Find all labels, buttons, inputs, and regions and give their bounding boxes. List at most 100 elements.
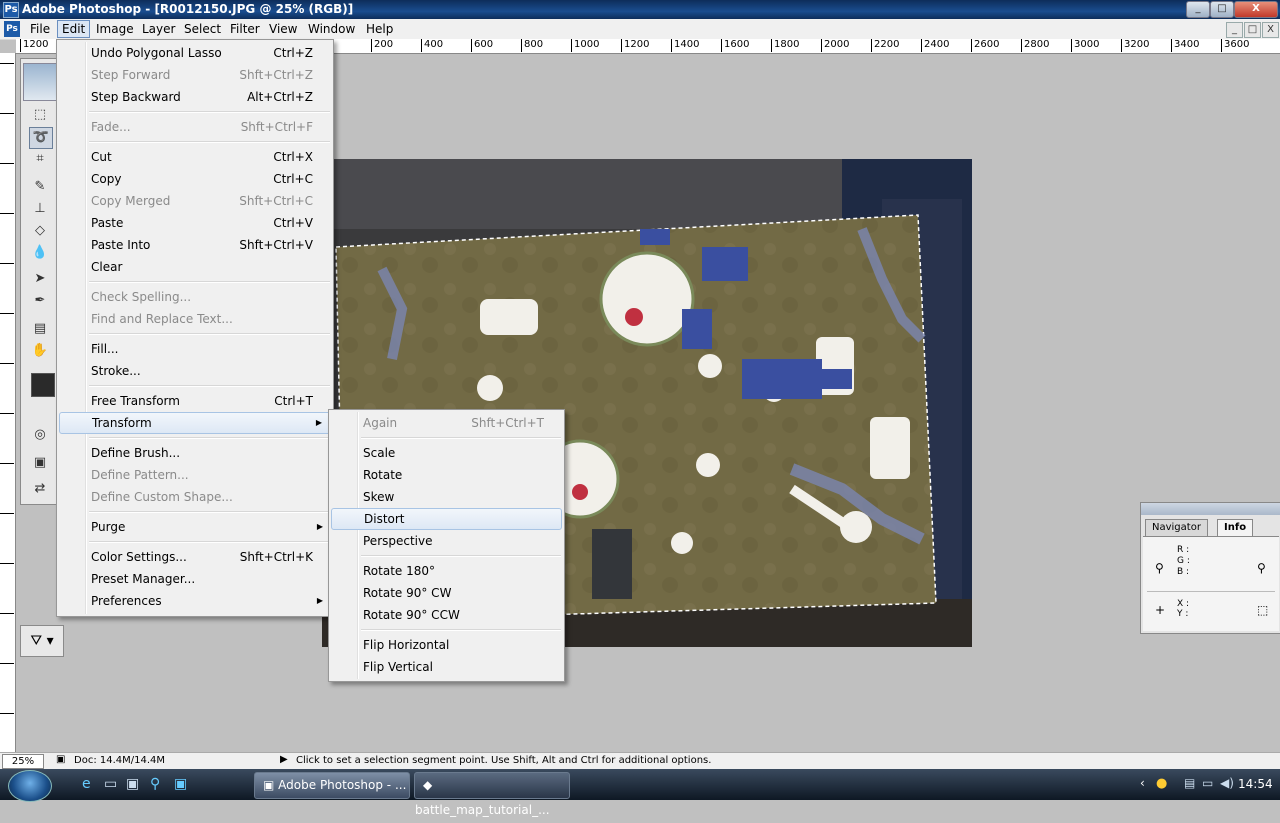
vertical-ruler [0,53,16,753]
notes-tool-icon[interactable]: ▤ [29,319,51,339]
menu-item-color-settings[interactable]: Color Settings... Shft+Ctrl+K [59,546,331,568]
menu-item-fade[interactable]: Fade... Shft+Ctrl+F [59,116,331,138]
menu-item-transform[interactable]: Transform ▶ [59,412,331,434]
ruler-label: 3400 [1171,39,1199,52]
internet-explorer-icon[interactable]: e [82,776,91,792]
info-y-label: Y : [1177,609,1189,619]
photoshop-app-icon: Ps [3,2,19,18]
doc-size-text[interactable]: Doc: 14.4M/14.4M [74,755,165,766]
menu-item-scale[interactable]: Scale [331,442,562,464]
doc-restore-button[interactable]: □ [1244,22,1261,38]
maximize-button[interactable]: □ [1210,1,1234,18]
tray-app-icon[interactable]: ● [1156,776,1167,791]
menu-edit[interactable]: Edit [57,20,91,38]
jump-to-imageready-icon[interactable]: ⇄ [29,479,51,499]
healing-brush-icon[interactable]: ✎ [29,177,51,197]
menu-image[interactable]: Image [92,21,138,37]
switch-windows-icon[interactable]: ▣ [126,776,139,792]
menu-item-define-brush[interactable]: Define Brush... [59,442,331,464]
menu-item-rotate-90-ccw[interactable]: Rotate 90° CCW [331,604,562,626]
menu-item-clear[interactable]: Clear [59,256,331,278]
close-button[interactable]: X [1234,1,1278,18]
menu-layer[interactable]: Layer [138,21,179,37]
path-selection-icon[interactable]: ➤ [29,269,51,289]
menu-item-again[interactable]: Again Shft+Ctrl+T [331,412,562,434]
crop-tool-icon[interactable]: ⌗ [29,149,51,169]
quick-mask-icon[interactable]: ◎ [29,425,51,445]
zoom-level-input[interactable]: 25% [2,754,44,769]
hand-tool-icon[interactable]: ✋ [29,341,51,361]
screen-mode-icon[interactable]: ▣ [29,453,51,473]
marquee-tool-icon[interactable]: ⬚ [29,105,51,125]
menu-item-rotate-180[interactable]: Rotate 180° [331,560,562,582]
ruler-label: 800 [521,39,543,52]
menu-item-find-replace[interactable]: Find and Replace Text... [59,308,331,330]
menu-item-undo[interactable]: Undo Polygonal Lasso Ctrl+Z [59,42,331,64]
menu-item-step-forward[interactable]: Step Forward Shft+Ctrl+Z [59,64,331,86]
document-icon[interactable]: Ps [4,21,20,37]
menu-item-flip-horizontal[interactable]: Flip Horizontal [331,634,562,656]
menu-item-stroke[interactable]: Stroke... [59,360,331,382]
menu-item-distort[interactable]: Distort [331,508,562,530]
volume-icon[interactable]: ◀) [1220,776,1234,790]
monitor-icon[interactable]: ▭ [1202,776,1213,790]
menu-item-flip-vertical[interactable]: Flip Vertical [331,656,562,678]
menu-window[interactable]: Window [304,21,359,37]
menu-help[interactable]: Help [362,21,397,37]
tray-expand-icon[interactable]: ‹ [1140,776,1145,790]
tool-preset-picker[interactable]: ⛛ ▾ [20,625,64,657]
menu-file[interactable]: File [26,21,54,37]
menu-filter[interactable]: Filter [226,21,264,37]
network-icon[interactable]: ▤ [1184,776,1195,790]
menu-item-preset-manager[interactable]: Preset Manager... [59,568,331,590]
menu-item-copy-merged[interactable]: Copy Merged Shft+Ctrl+C [59,190,331,212]
info-b-label: B : [1177,567,1190,577]
search-icon[interactable]: ⚲ [150,776,160,792]
menu-item-perspective[interactable]: Perspective [331,530,562,552]
menu-item-skew[interactable]: Skew [331,486,562,508]
window-title: Adobe Photoshop - [R0012150.JPG @ 25% (R… [22,2,354,16]
menu-item-cut[interactable]: Cut Ctrl+X [59,146,331,168]
menu-item-step-backward[interactable]: Step Backward Alt+Ctrl+Z [59,86,331,108]
menu-item-purge[interactable]: Purge ▶ [59,516,331,538]
taskbar-button-battle-map[interactable]: ◆ battle_map_tutorial_... [414,772,570,817]
clock[interactable]: 14:54 [1238,777,1273,791]
doc-close-button[interactable]: X [1262,22,1279,38]
play-arrow-icon[interactable]: ▶ [280,754,288,765]
lasso-tool-icon[interactable]: ➰ [29,127,53,149]
menu-select[interactable]: Select [180,21,225,37]
crosshair-icon: + [1155,603,1166,617]
menu-item-paste[interactable]: Paste Ctrl+V [59,212,331,234]
menu-item-paste-into[interactable]: Paste Into Shft+Ctrl+V [59,234,331,256]
photoshop-quicklaunch-icon[interactable]: ▣ [174,776,187,792]
menu-item-rotate-90-cw[interactable]: Rotate 90° CW [331,582,562,604]
menu-item-free-transform[interactable]: Free Transform Ctrl+T [59,390,331,412]
info-palette: Navigator Info ⚲ R : G : B : ⚲ + X : Y :… [1140,502,1280,634]
menu-item-define-pattern[interactable]: Define Pattern... [59,464,331,486]
doc-minimize-button[interactable]: _ [1226,22,1243,38]
eraser-tool-icon[interactable]: ◇ [29,221,51,241]
submenu-arrow-icon: ▶ [316,596,323,605]
palette-title-bar[interactable] [1141,503,1280,515]
clone-stamp-icon[interactable]: ⊥ [29,199,51,219]
show-desktop-icon[interactable]: ▭ [104,776,117,792]
menu-item-define-custom-shape[interactable]: Define Custom Shape... [59,486,331,508]
menu-view[interactable]: View [265,21,301,37]
menu-item-fill[interactable]: Fill... [59,338,331,360]
start-button[interactable] [8,770,52,802]
toolbox-header-image[interactable] [23,63,59,101]
menu-item-preferences[interactable]: Preferences ▶ [59,590,331,612]
minimize-button[interactable]: _ [1186,1,1210,18]
taskbar-button-photoshop[interactable]: ▣ Adobe Photoshop - ... [254,772,410,799]
menu-item-rotate[interactable]: Rotate [331,464,562,486]
tab-navigator[interactable]: Navigator [1145,519,1208,536]
info-panel-body: ⚲ R : G : B : ⚲ + X : Y : ⬚ [1143,536,1279,631]
menu-item-check-spelling[interactable]: Check Spelling... [59,286,331,308]
foreground-color-swatch[interactable] [31,373,55,397]
menu-item-copy[interactable]: Copy Ctrl+C [59,168,331,190]
pen-tool-icon[interactable]: ✒ [29,291,51,311]
tab-info[interactable]: Info [1217,519,1254,536]
ruler-label: 2000 [821,39,849,52]
blur-tool-icon[interactable]: 💧 [29,243,51,263]
lasso-preset-icon: ⛛ ▾ [30,633,54,649]
